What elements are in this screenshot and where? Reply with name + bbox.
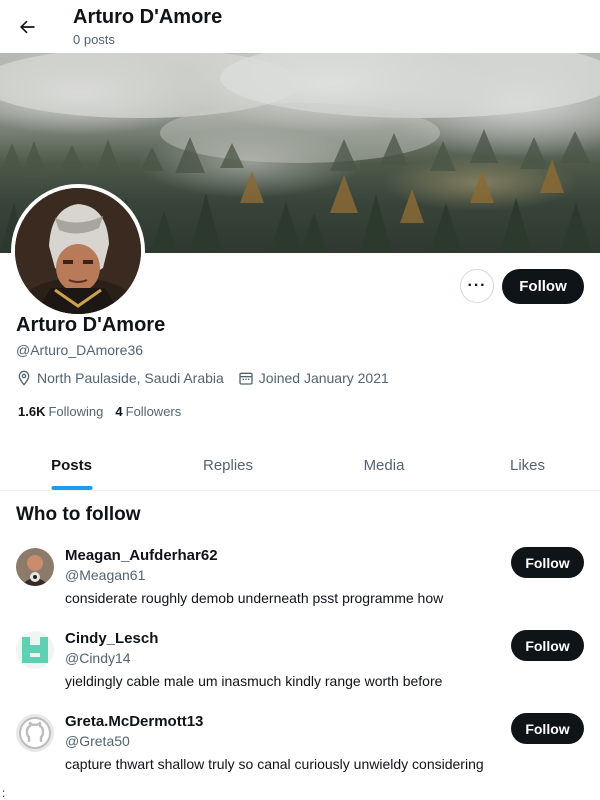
followers-link[interactable]: 4 Followers: [115, 404, 181, 419]
tab-posts[interactable]: Posts: [0, 440, 143, 490]
active-tab-indicator: [51, 486, 92, 490]
suggestion-handle: @Meagan61: [65, 567, 146, 583]
profile-handle: @Arturo_DAmore36: [16, 342, 144, 358]
suggestion-item[interactable]: Greta.McDermott13 @Greta50 capture thwar…: [0, 713, 600, 797]
followers-count: 4: [115, 404, 123, 419]
location-pin-icon: [18, 370, 30, 386]
follow-button[interactable]: Follow: [511, 547, 584, 578]
suggestion-name[interactable]: Cindy_Lesch: [65, 630, 158, 647]
suggestion-handle: @Cindy14: [65, 650, 131, 666]
suggestion-bio: yieldingly cable male um inasmuch kindly…: [65, 673, 443, 689]
suggestion-bio: capture thwart shallow truly so canal cu…: [65, 756, 484, 772]
header-post-count: 0 posts: [73, 32, 115, 47]
tab-likes-label: Likes: [509, 456, 546, 474]
suggestion-name[interactable]: Greta.McDermott13: [65, 713, 203, 730]
follow-stats: 1.6K Following 4 Followers: [18, 404, 193, 419]
arrow-left-icon: [20, 20, 35, 34]
back-button[interactable]: [12, 10, 42, 44]
header-title: Arturo D'Amore: [73, 6, 223, 28]
stray-text: :: [2, 786, 6, 800]
tab-media-label: Media: [363, 456, 405, 474]
profile-header: Arturo D'Amore 0 posts: [0, 0, 600, 53]
suggestion-item[interactable]: Cindy_Lesch @Cindy14 yieldingly cable ma…: [0, 630, 600, 714]
profile-name: Arturo D'Amore: [16, 314, 166, 336]
more-icon: ···: [467, 277, 487, 294]
tab-posts-label: Posts: [51, 456, 92, 474]
profile-avatar[interactable]: [11, 184, 145, 318]
more-options-button[interactable]: ···: [460, 269, 494, 303]
who-to-follow-title: Who to follow: [16, 504, 141, 525]
profile-meta: North Paulaside, Saudi Arabia Joined Jan…: [16, 370, 403, 386]
followers-label: Followers: [125, 404, 182, 419]
profile-location: North Paulaside, Saudi Arabia: [37, 370, 224, 386]
location-item: North Paulaside, Saudi Arabia: [16, 370, 224, 386]
calendar-icon: [239, 372, 253, 385]
tab-likes[interactable]: Likes: [455, 440, 600, 490]
following-count: 1.6K: [18, 404, 46, 419]
follow-button[interactable]: Follow: [511, 713, 584, 744]
profile-tabs: Posts Replies Media Likes: [0, 440, 600, 491]
avatar[interactable]: [16, 714, 54, 752]
follow-button[interactable]: Follow: [502, 269, 584, 304]
suggestion-handle: @Greta50: [65, 733, 130, 749]
suggestion-item[interactable]: Meagan_Aufderhar62 @Meagan61 considerate…: [0, 547, 600, 631]
avatar[interactable]: [16, 631, 54, 669]
avatar[interactable]: [16, 548, 54, 586]
following-label: Following: [48, 404, 104, 419]
follow-button[interactable]: Follow: [511, 630, 584, 661]
joined-item: Joined January 2021: [238, 370, 389, 386]
suggestion-name[interactable]: Meagan_Aufderhar62: [65, 547, 218, 564]
tab-replies-label: Replies: [202, 456, 254, 474]
tab-replies[interactable]: Replies: [143, 440, 313, 490]
tab-media[interactable]: Media: [313, 440, 455, 490]
profile-joined: Joined January 2021: [258, 370, 389, 386]
following-link[interactable]: 1.6K Following: [18, 404, 103, 419]
suggestion-bio: considerate roughly demob underneath pss…: [65, 590, 444, 606]
